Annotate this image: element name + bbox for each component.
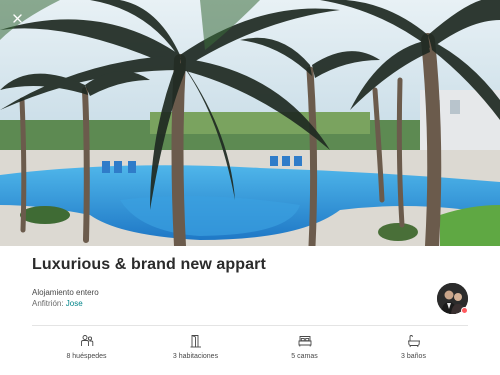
amenity-bedrooms: 3 habitaciones [141,334,250,360]
close-icon [12,10,22,28]
superhost-badge [461,307,468,314]
host-prefix: Anfitrión: [32,299,66,308]
amenity-beds-label: 5 camas [291,353,318,360]
amenity-guests-label: 8 huéspedes [66,353,107,360]
section-divider [32,325,468,326]
amenity-bathrooms-label: 3 baños [401,353,426,360]
bed-icon [298,334,312,348]
listing-photo-image [0,0,500,246]
host-name-link[interactable]: Jose [66,299,83,308]
amenities-row: 8 huéspedes 3 habitaciones 5 camas 3 bañ… [32,334,468,368]
guests-icon [80,334,94,348]
amenity-bathrooms: 3 baños [359,334,468,360]
amenity-bedrooms-label: 3 habitaciones [172,353,219,360]
bathtub-icon [407,334,421,348]
host-line: Anfitrión: Jose [32,299,83,308]
close-button[interactable] [8,10,26,28]
amenity-guests: 8 huéspedes [32,334,141,360]
listing-title: Luxurious & brand new appart [32,256,266,273]
listing-photo[interactable] [0,0,500,246]
listing-type: Alojamiento entero [32,288,99,297]
door-icon [189,334,203,348]
amenity-beds: 5 camas [250,334,359,360]
